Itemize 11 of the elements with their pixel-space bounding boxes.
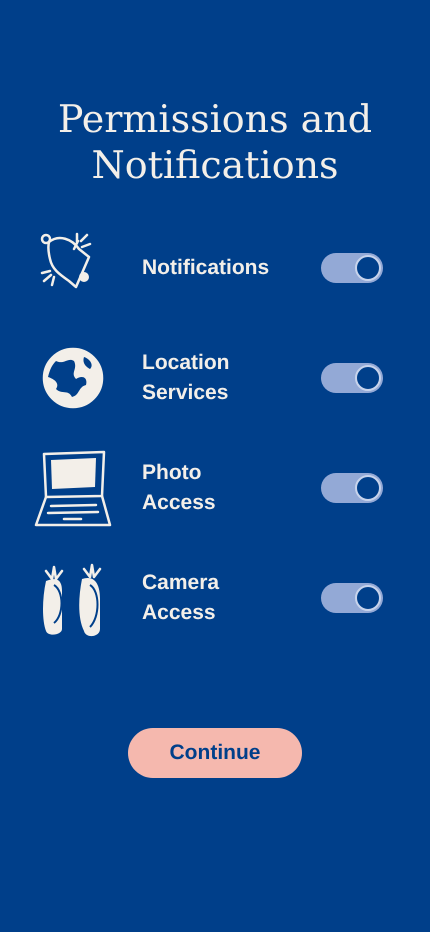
permission-label: Location Services xyxy=(142,350,230,406)
page-title: Permissions and Notifications xyxy=(56,96,374,188)
laptop-icon xyxy=(34,449,112,527)
continue-button[interactable]: Continue xyxy=(128,728,302,778)
permission-label: Notifications xyxy=(142,255,270,281)
toggle-switch[interactable] xyxy=(321,473,383,503)
toggle-switch[interactable] xyxy=(321,363,383,393)
permission-label: Photo Access xyxy=(142,460,217,516)
toggle-switch[interactable] xyxy=(321,583,383,613)
permission-label: Camera Access xyxy=(142,570,220,626)
toggle-switch[interactable] xyxy=(321,253,383,283)
